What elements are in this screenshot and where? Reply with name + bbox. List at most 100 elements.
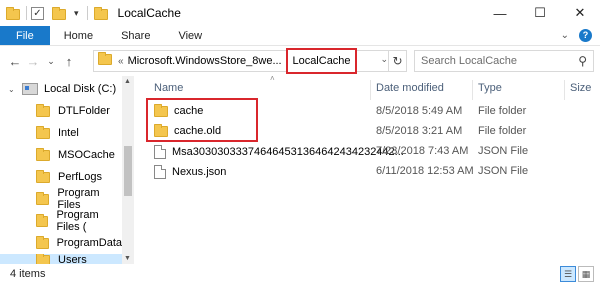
file-name: Msa303030333746464531364642434232442...: [172, 146, 404, 158]
file-icon: [154, 165, 166, 179]
properties-checkbox-icon[interactable]: ✓: [31, 6, 44, 20]
file-name: Nexus.json: [172, 166, 227, 178]
back-button[interactable]: ←: [6, 54, 24, 69]
breadcrumb-overflow[interactable]: «: [118, 56, 124, 67]
column-header-type[interactable]: Type: [478, 82, 502, 94]
minimize-button[interactable]: —: [480, 0, 520, 26]
file-type: JSON File: [478, 165, 529, 177]
ribbon-collapse-icon[interactable]: ⌄: [561, 30, 569, 41]
breadcrumb-current-label: LocalCache: [292, 55, 351, 67]
folder-icon: [36, 103, 50, 117]
file-type: File folder: [478, 105, 527, 117]
nav-item-label: Program Files (: [56, 209, 99, 233]
file-date: 7/23/2018 7:43 AM: [376, 145, 469, 157]
folder-icon: [36, 191, 50, 205]
folder-icon: [98, 52, 112, 68]
up-button[interactable]: ↑: [60, 54, 78, 69]
nav-item-label: MSOCache: [58, 149, 115, 161]
nav-item-programdata[interactable]: ProgramData: [0, 232, 122, 254]
quick-access-divider: [26, 6, 27, 20]
view-toggle: ☰ ▦: [560, 266, 594, 282]
column-header-size[interactable]: Size: [570, 82, 591, 94]
nav-scrollbar[interactable]: ▲ ▼: [122, 76, 134, 264]
large-icons-view-icon[interactable]: ▦: [578, 266, 594, 282]
folder-icon: [36, 147, 50, 161]
new-folder-icon[interactable]: [52, 6, 68, 20]
window-title: LocalCache: [117, 6, 181, 20]
file-name-cell: Msa303030333746464531364642434232442...: [154, 145, 404, 159]
address-bar[interactable]: « Microsoft.WindowsStore_8we... › LocalC…: [93, 48, 407, 74]
file-row[interactable]: Msa303030333746464531364642434232442... …: [150, 142, 600, 162]
folder-icon: [36, 235, 49, 249]
nav-item-label: Program Files: [57, 187, 100, 211]
ribbon-tabs: File Home Share View ⌄ ?: [0, 26, 600, 46]
nav-item-dtlfolder[interactable]: DTLFolder: [0, 100, 122, 122]
scroll-up-icon[interactable]: ▲: [124, 78, 131, 85]
file-type: File folder: [478, 125, 527, 137]
column-divider[interactable]: [472, 80, 473, 100]
nav-item-users[interactable]: Users: [0, 254, 122, 264]
nav-item-label: PerfLogs: [58, 171, 103, 183]
ribbon-right-controls: ⌄ ?: [561, 26, 600, 45]
file-date: 6/11/2018 12:53 AM: [376, 165, 474, 177]
nav-item-intel[interactable]: Intel: [0, 122, 122, 144]
file-date: 8/5/2018 5:49 AM: [376, 105, 463, 117]
sort-arrow-icon: ˄: [270, 74, 275, 83]
folder-icon: [36, 125, 50, 139]
nav-item-label: Users: [58, 254, 87, 264]
breadcrumb-current[interactable]: LocalCache: [286, 48, 357, 74]
navigation-pane: ⌄ Local Disk (C:) DTLFolder Intel MSOCac…: [0, 76, 134, 264]
file-type: JSON File: [478, 145, 529, 157]
nav-item-program-files[interactable]: Program Files: [0, 187, 122, 211]
details-view-icon[interactable]: ☰: [560, 266, 576, 282]
tab-home[interactable]: Home: [50, 26, 107, 45]
tab-share[interactable]: Share: [107, 26, 164, 45]
address-dropdown-icon[interactable]: ⌄: [380, 54, 388, 65]
file-name-cell: Nexus.json: [154, 165, 226, 179]
search-icon[interactable]: ⚲: [578, 54, 587, 68]
nav-scroll-thumb[interactable]: [124, 146, 132, 196]
nav-item-perflogs[interactable]: PerfLogs: [0, 166, 122, 188]
folder-icon: [36, 254, 50, 264]
folder-icon: [36, 169, 50, 183]
file-row[interactable]: Nexus.json 6/11/2018 12:53 AM JSON File: [150, 162, 600, 182]
search-placeholder: Search LocalCache: [421, 55, 518, 67]
nav-item-label: Local Disk (C:): [44, 83, 117, 95]
refresh-button[interactable]: ↻: [388, 51, 406, 71]
close-button[interactable]: ✕: [560, 0, 600, 26]
nav-item-program-files-x86[interactable]: Program Files (: [0, 209, 122, 233]
drive-icon: [22, 83, 38, 95]
tab-file[interactable]: File: [0, 26, 50, 45]
tab-view[interactable]: View: [164, 26, 216, 45]
help-icon[interactable]: ?: [579, 29, 592, 42]
recent-locations-icon[interactable]: ⌄: [42, 56, 60, 67]
nav-item-msocache[interactable]: MSOCache: [0, 144, 122, 166]
column-header-name[interactable]: Name: [154, 82, 183, 94]
column-divider[interactable]: [370, 80, 371, 100]
quick-access-dropdown-icon[interactable]: ▾: [74, 8, 79, 19]
address-row: ← → ⌄ ↑ « Microsoft.WindowsStore_8we... …: [0, 46, 600, 76]
file-date: 8/5/2018 3:21 AM: [376, 125, 463, 137]
scroll-down-icon[interactable]: ▼: [124, 255, 131, 262]
highlight-annotation: [146, 98, 258, 142]
title-divider: [86, 6, 88, 20]
expand-arrow-icon[interactable]: ⌄: [8, 85, 16, 94]
nav-item-local-disk[interactable]: ⌄ Local Disk (C:): [0, 78, 122, 100]
nav-item-label: Intel: [58, 127, 79, 139]
breadcrumb-item[interactable]: Microsoft.WindowsStore_8we...: [128, 55, 282, 67]
forward-button[interactable]: →: [24, 54, 42, 69]
column-header-date[interactable]: Date modified: [376, 82, 444, 94]
status-bar: 4 items ☰ ▦: [0, 264, 600, 284]
window-controls: — ☐ ✕: [480, 0, 600, 26]
nav-item-label: ProgramData: [56, 237, 122, 249]
folder-icon: [6, 6, 22, 20]
column-divider[interactable]: [564, 80, 565, 100]
folder-icon: [93, 6, 110, 20]
folder-icon: [36, 213, 49, 227]
search-input[interactable]: Search LocalCache ⚲: [414, 50, 594, 72]
nav-item-label: DTLFolder: [58, 105, 110, 117]
file-list: ˄ Name Date modified Type Size cache 8/5…: [138, 74, 600, 264]
maximize-button[interactable]: ☐: [520, 0, 560, 26]
item-count: 4 items: [10, 268, 46, 280]
title-bar: ✓ ▾ LocalCache — ☐ ✕: [0, 0, 600, 26]
